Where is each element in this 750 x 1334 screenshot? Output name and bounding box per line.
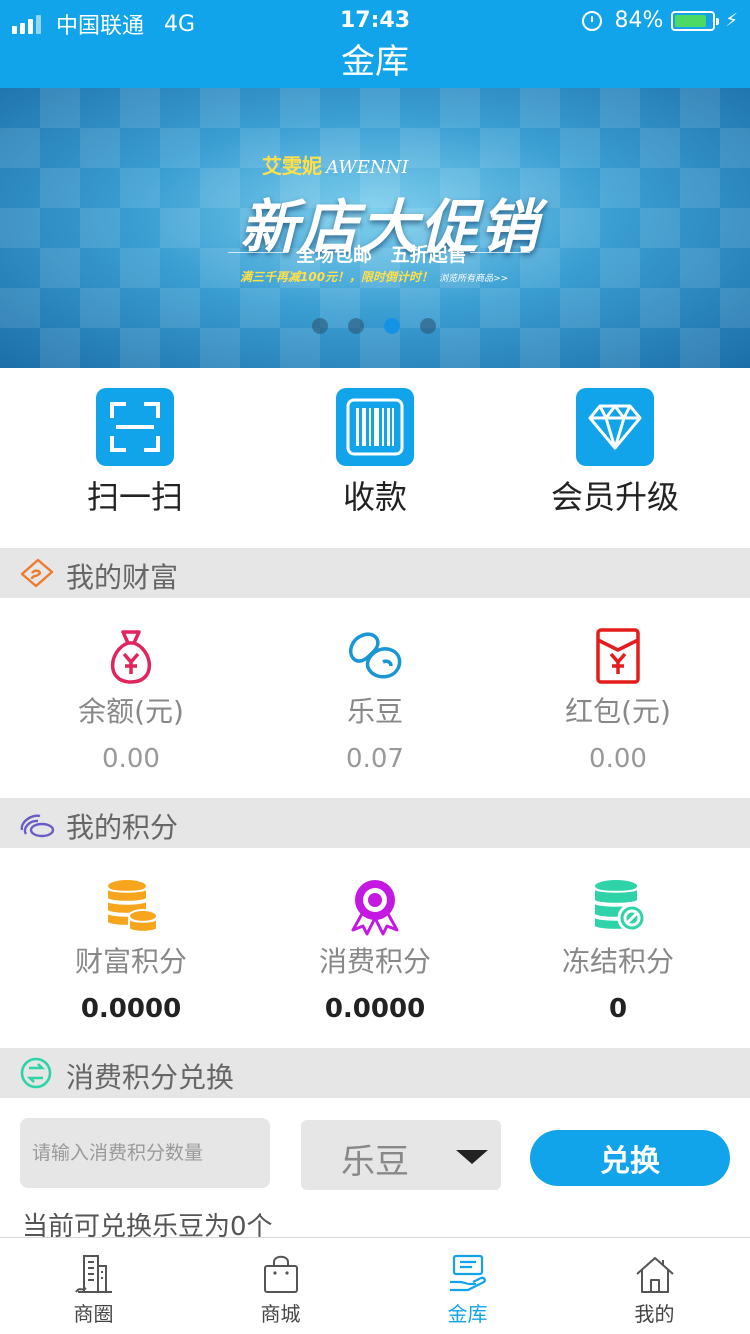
- barcode-icon: [336, 388, 414, 466]
- exchange-target-select[interactable]: 乐豆: [301, 1120, 501, 1190]
- red-packet-icon: [588, 626, 648, 686]
- tab-vault-label: 金库: [447, 1302, 488, 1326]
- exchange-target-value: 乐豆: [341, 1142, 409, 1182]
- banner-brand-en: AWENNI: [326, 157, 409, 178]
- battery-percent: 84%: [614, 8, 664, 33]
- points-amount-input[interactable]: [20, 1118, 270, 1188]
- red-packet-stat[interactable]: 红包(元) 0.00: [493, 626, 743, 774]
- banner-brand: 艾雯妮 AWENNI: [262, 150, 409, 179]
- tab-mine[interactable]: 我的: [561, 1238, 748, 1334]
- red-packet-value: 0.00: [589, 744, 647, 774]
- charging-icon: ⚡: [725, 10, 738, 31]
- banner-promo: 满三千再减100元！，限时倒计时！ 浏览所有商品>>: [240, 268, 508, 285]
- scan-icon: [96, 388, 174, 466]
- home-icon: [633, 1252, 677, 1296]
- medal-icon: [345, 876, 405, 936]
- consumption-points-stat[interactable]: 消费积分 0.0000: [250, 876, 500, 1024]
- frozen-points-value: 0: [608, 994, 628, 1024]
- vault-icon: [446, 1252, 490, 1296]
- money-bag-icon: [101, 626, 161, 686]
- tab-vault[interactable]: 金库: [374, 1238, 561, 1334]
- alarm-icon: [582, 10, 603, 31]
- bottom-tab-bar: 商圈 商城 金库 我的: [0, 1237, 750, 1334]
- coins-icon: [18, 806, 56, 840]
- building-icon: [72, 1252, 116, 1296]
- exchange-button[interactable]: 兑换: [530, 1130, 730, 1186]
- ledou-stat[interactable]: 乐豆 0.07: [250, 626, 500, 774]
- tab-mall[interactable]: 商城: [187, 1238, 374, 1334]
- wealth-points-value: 0.0000: [80, 994, 182, 1024]
- red-packet-label: 红包(元): [565, 695, 671, 728]
- tab-mine-label: 我的: [634, 1302, 675, 1326]
- battery-icon: [671, 10, 720, 31]
- banner-divider-left: [228, 252, 288, 253]
- tab-mall-label: 商城: [260, 1302, 301, 1326]
- consumption-points-label: 消费积分: [318, 945, 431, 978]
- promo-banner[interactable]: 艾雯妮 AWENNI 新店大促销 全场包邮 五折起售 满三千再减100元！，限时倒…: [0, 88, 750, 368]
- scan-label: 扫一扫: [86, 478, 183, 516]
- balance-stat[interactable]: 余额(元) 0.00: [6, 626, 256, 774]
- wealth-points-stat[interactable]: 财富积分 0.0000: [6, 876, 256, 1024]
- banner-promo-text: 满三千再减100元！，限时倒计时！: [240, 270, 434, 284]
- tab-business-circle[interactable]: 商圈: [0, 1238, 187, 1334]
- receive-payment-button[interactable]: 收款: [255, 388, 495, 518]
- tab-business-circle-label: 商圈: [73, 1302, 114, 1326]
- exchange-section-title: 消费积分兑换: [66, 1061, 235, 1094]
- frozen-points-stat[interactable]: 冻结积分 0: [493, 876, 743, 1024]
- balance-value: 0.00: [102, 744, 160, 774]
- wealth-section-title: 我的财富: [66, 561, 179, 594]
- ledou-value: 0.07: [346, 744, 404, 774]
- frozen-database-icon: [588, 876, 648, 936]
- coin-stack-icon: [101, 876, 161, 936]
- member-upgrade-button[interactable]: 会员升级: [495, 388, 735, 518]
- points-section-header: 我的积分: [0, 798, 750, 848]
- banner-dot[interactable]: [420, 318, 436, 334]
- ledou-label: 乐豆: [346, 695, 403, 728]
- quick-actions: 扫一扫 收款 会员升级: [0, 368, 750, 548]
- balance-label: 余额(元): [78, 695, 184, 728]
- wealth-points-label: 财富积分: [74, 945, 187, 978]
- banner-dot-active[interactable]: [384, 318, 400, 334]
- member-upgrade-label: 会员升级: [550, 478, 679, 516]
- points-section-title: 我的积分: [66, 811, 179, 844]
- caret-down-icon: [456, 1150, 488, 1164]
- shopping-bag-icon: [259, 1252, 303, 1296]
- receive-payment-label: 收款: [342, 478, 407, 516]
- consumption-points-value: 0.0000: [324, 994, 426, 1024]
- banner-brand-cn: 艾雯妮: [262, 154, 322, 178]
- bean-icon: [345, 626, 405, 686]
- banner-dot[interactable]: [348, 318, 364, 334]
- frozen-points-label: 冻结积分: [561, 945, 674, 978]
- banner-promo-link: 浏览所有商品>>: [439, 274, 509, 284]
- wallet-icon: [18, 556, 56, 590]
- banner-subline: 全场包邮 五折起售: [296, 244, 467, 266]
- banner-pagination: [312, 318, 456, 334]
- banner-divider-right: [470, 252, 530, 253]
- status-right: 84% ⚡: [582, 8, 738, 33]
- exchange-icon: [18, 1056, 56, 1090]
- banner-dot[interactable]: [312, 318, 328, 334]
- page-title: 金库: [341, 42, 409, 82]
- wealth-section-header: 我的财富: [0, 548, 750, 598]
- top-bar: 中国联通 4G 17:43 84% ⚡ 金库: [0, 0, 750, 88]
- scan-button[interactable]: 扫一扫: [15, 388, 255, 518]
- diamond-icon: [576, 388, 654, 466]
- exchange-section-header: 消费积分兑换: [0, 1048, 750, 1098]
